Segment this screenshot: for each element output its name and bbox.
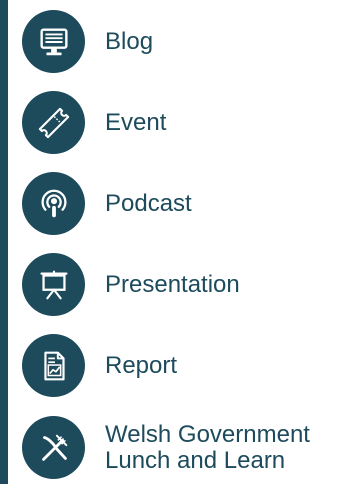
legend-item-label: Blog (105, 27, 154, 55)
desktop-monitor-icon (22, 10, 85, 73)
content-type-legend-panel: Blog Event Podcast Presentation Report W… (0, 0, 353, 484)
legend-item-lunch-and-learn[interactable]: Welsh Government Lunch and Learn (22, 416, 350, 479)
presentation-easel-icon (22, 253, 85, 316)
legend-item-blog[interactable]: Blog (22, 10, 350, 73)
legend-item-label: Welsh Government Lunch and Learn (105, 420, 310, 474)
legend-item-label: Presentation (105, 270, 240, 298)
legend-item-label: Podcast (105, 189, 192, 217)
fork-knife-icon (22, 416, 85, 479)
legend-item-label: Event (105, 108, 167, 136)
podcast-microphone-icon (22, 172, 85, 235)
legend-item-label-line2: Lunch and Learn (105, 446, 286, 474)
legend-item-presentation[interactable]: Presentation (22, 253, 350, 316)
legend-item-podcast[interactable]: Podcast (22, 172, 350, 235)
legend-item-label: Report (105, 351, 178, 379)
left-accent-bar (0, 0, 8, 484)
legend-item-label-line1: Welsh Government (105, 420, 310, 448)
legend-item-event[interactable]: Event (22, 91, 350, 154)
report-document-chart-icon (22, 334, 85, 397)
ticket-icon (22, 91, 85, 154)
legend-item-report[interactable]: Report (22, 334, 350, 397)
